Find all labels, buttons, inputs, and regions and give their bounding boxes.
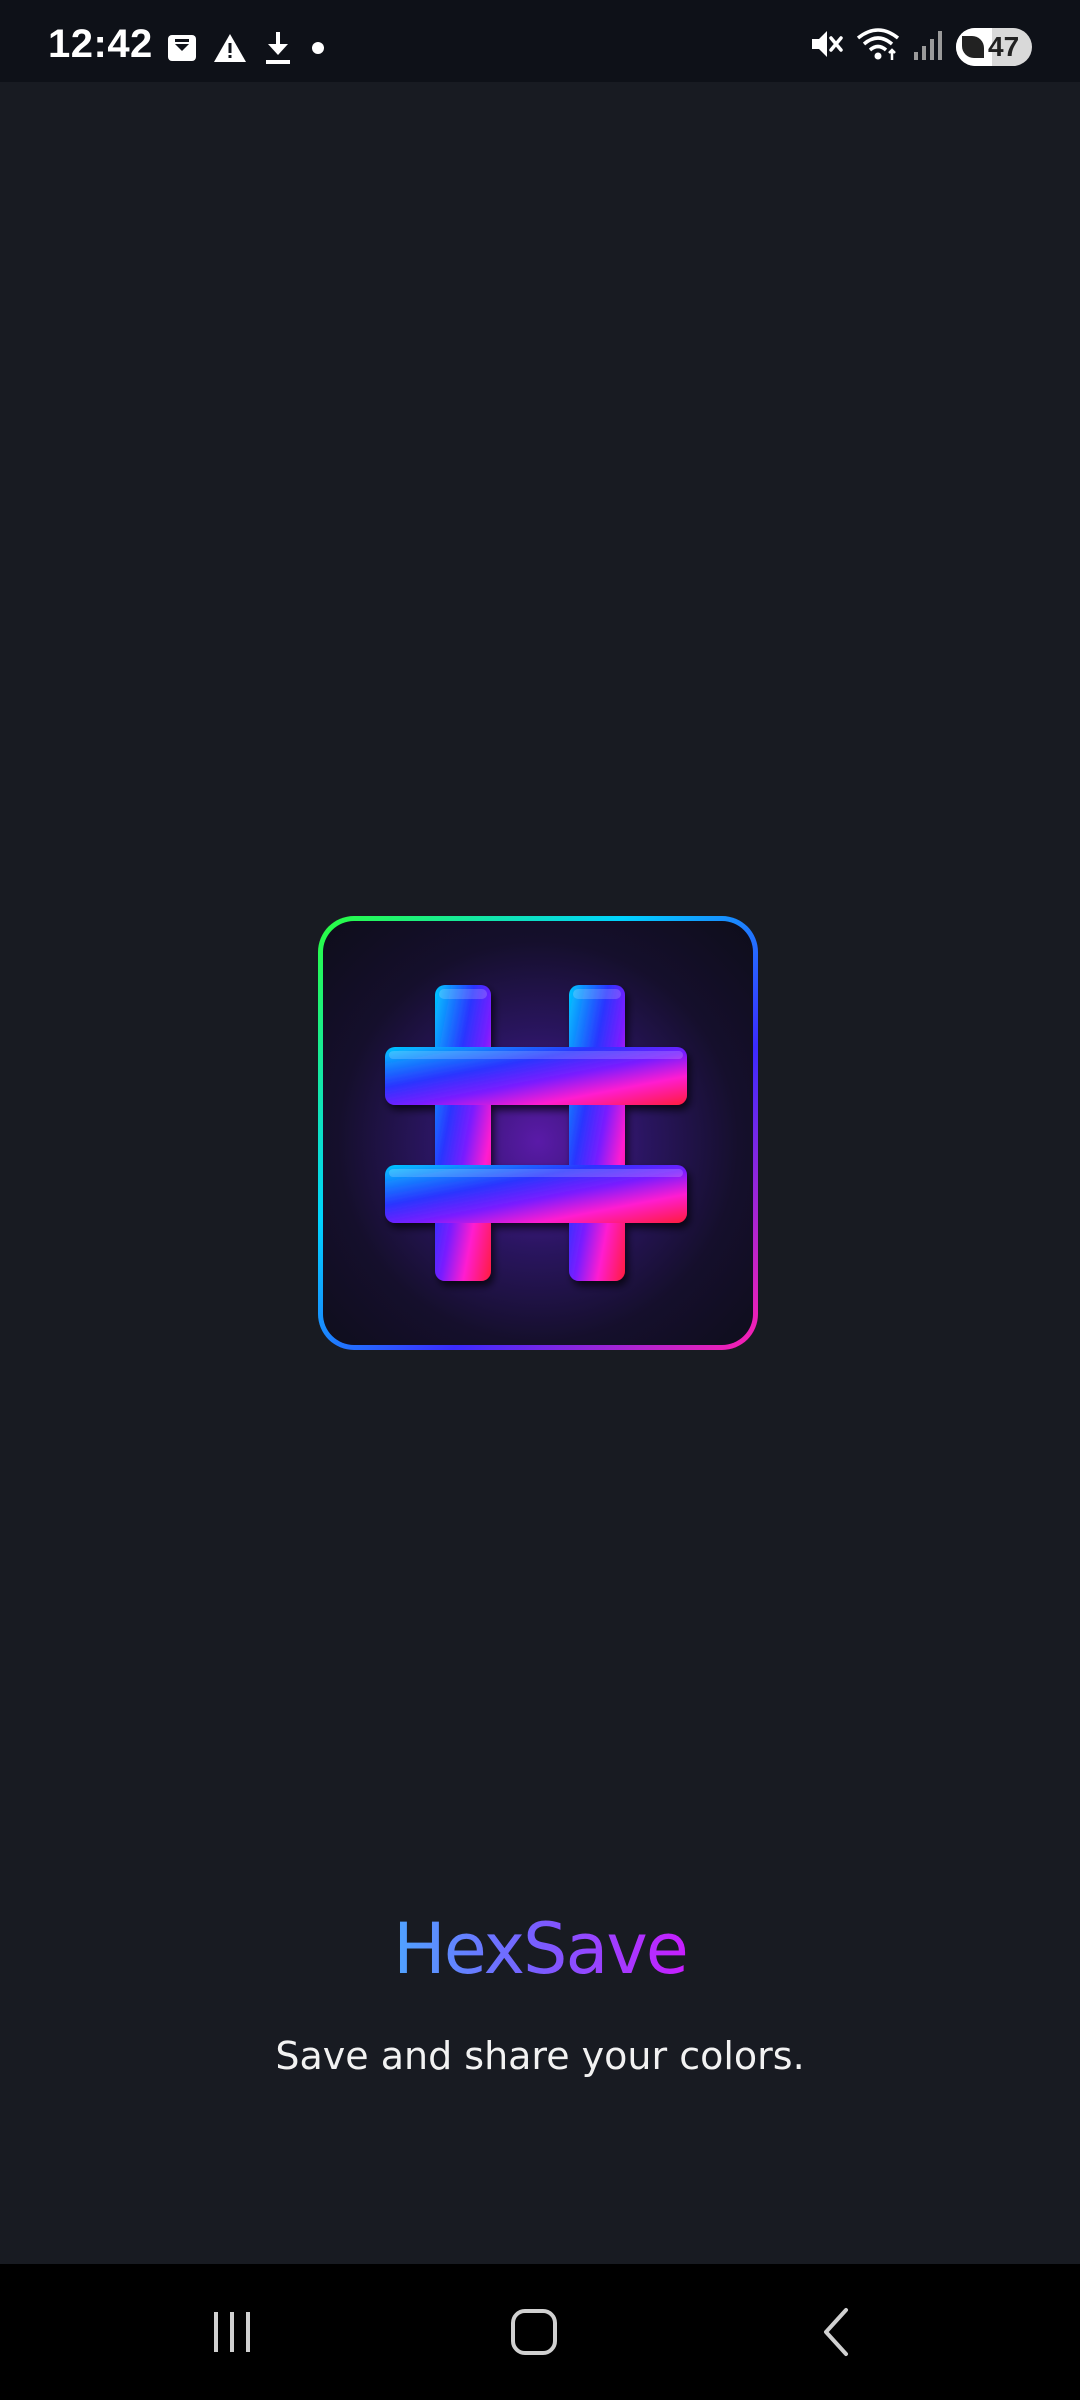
recent-apps-icon	[214, 2312, 250, 2352]
app-tagline: Save and share your colors.	[275, 2034, 805, 2078]
back-button[interactable]	[778, 2294, 898, 2370]
wifi-icon	[856, 26, 900, 67]
home-icon	[511, 2309, 557, 2355]
status-time: 12:42	[48, 22, 153, 66]
battery-level: 47	[988, 30, 1020, 62]
splash-screen: 12:42 47 HexSave Save and share your col…	[0, 0, 1080, 2400]
download-icon	[262, 30, 294, 71]
recent-apps-button[interactable]	[172, 2294, 292, 2370]
back-icon	[824, 2308, 848, 2356]
status-bar: 12:42 47	[0, 0, 1080, 82]
app-title-text: HexSave	[393, 1908, 689, 1990]
warning-icon	[212, 32, 248, 69]
dot-icon	[308, 38, 328, 63]
navigation-bar	[0, 2264, 1080, 2400]
notification-box-icon	[166, 32, 198, 69]
app-title: HexSave	[0, 1908, 1080, 1990]
status-right-icons: 47	[808, 26, 1032, 67]
mute-icon	[808, 26, 844, 67]
home-button[interactable]	[474, 2294, 594, 2370]
power-saving-icon	[962, 35, 984, 58]
signal-icon	[912, 26, 944, 67]
hash-logo-icon	[385, 985, 687, 1281]
app-logo	[318, 916, 758, 1350]
app-logo-background	[323, 921, 753, 1345]
battery-icon: 47	[956, 27, 1032, 66]
status-left-icons	[166, 30, 328, 71]
